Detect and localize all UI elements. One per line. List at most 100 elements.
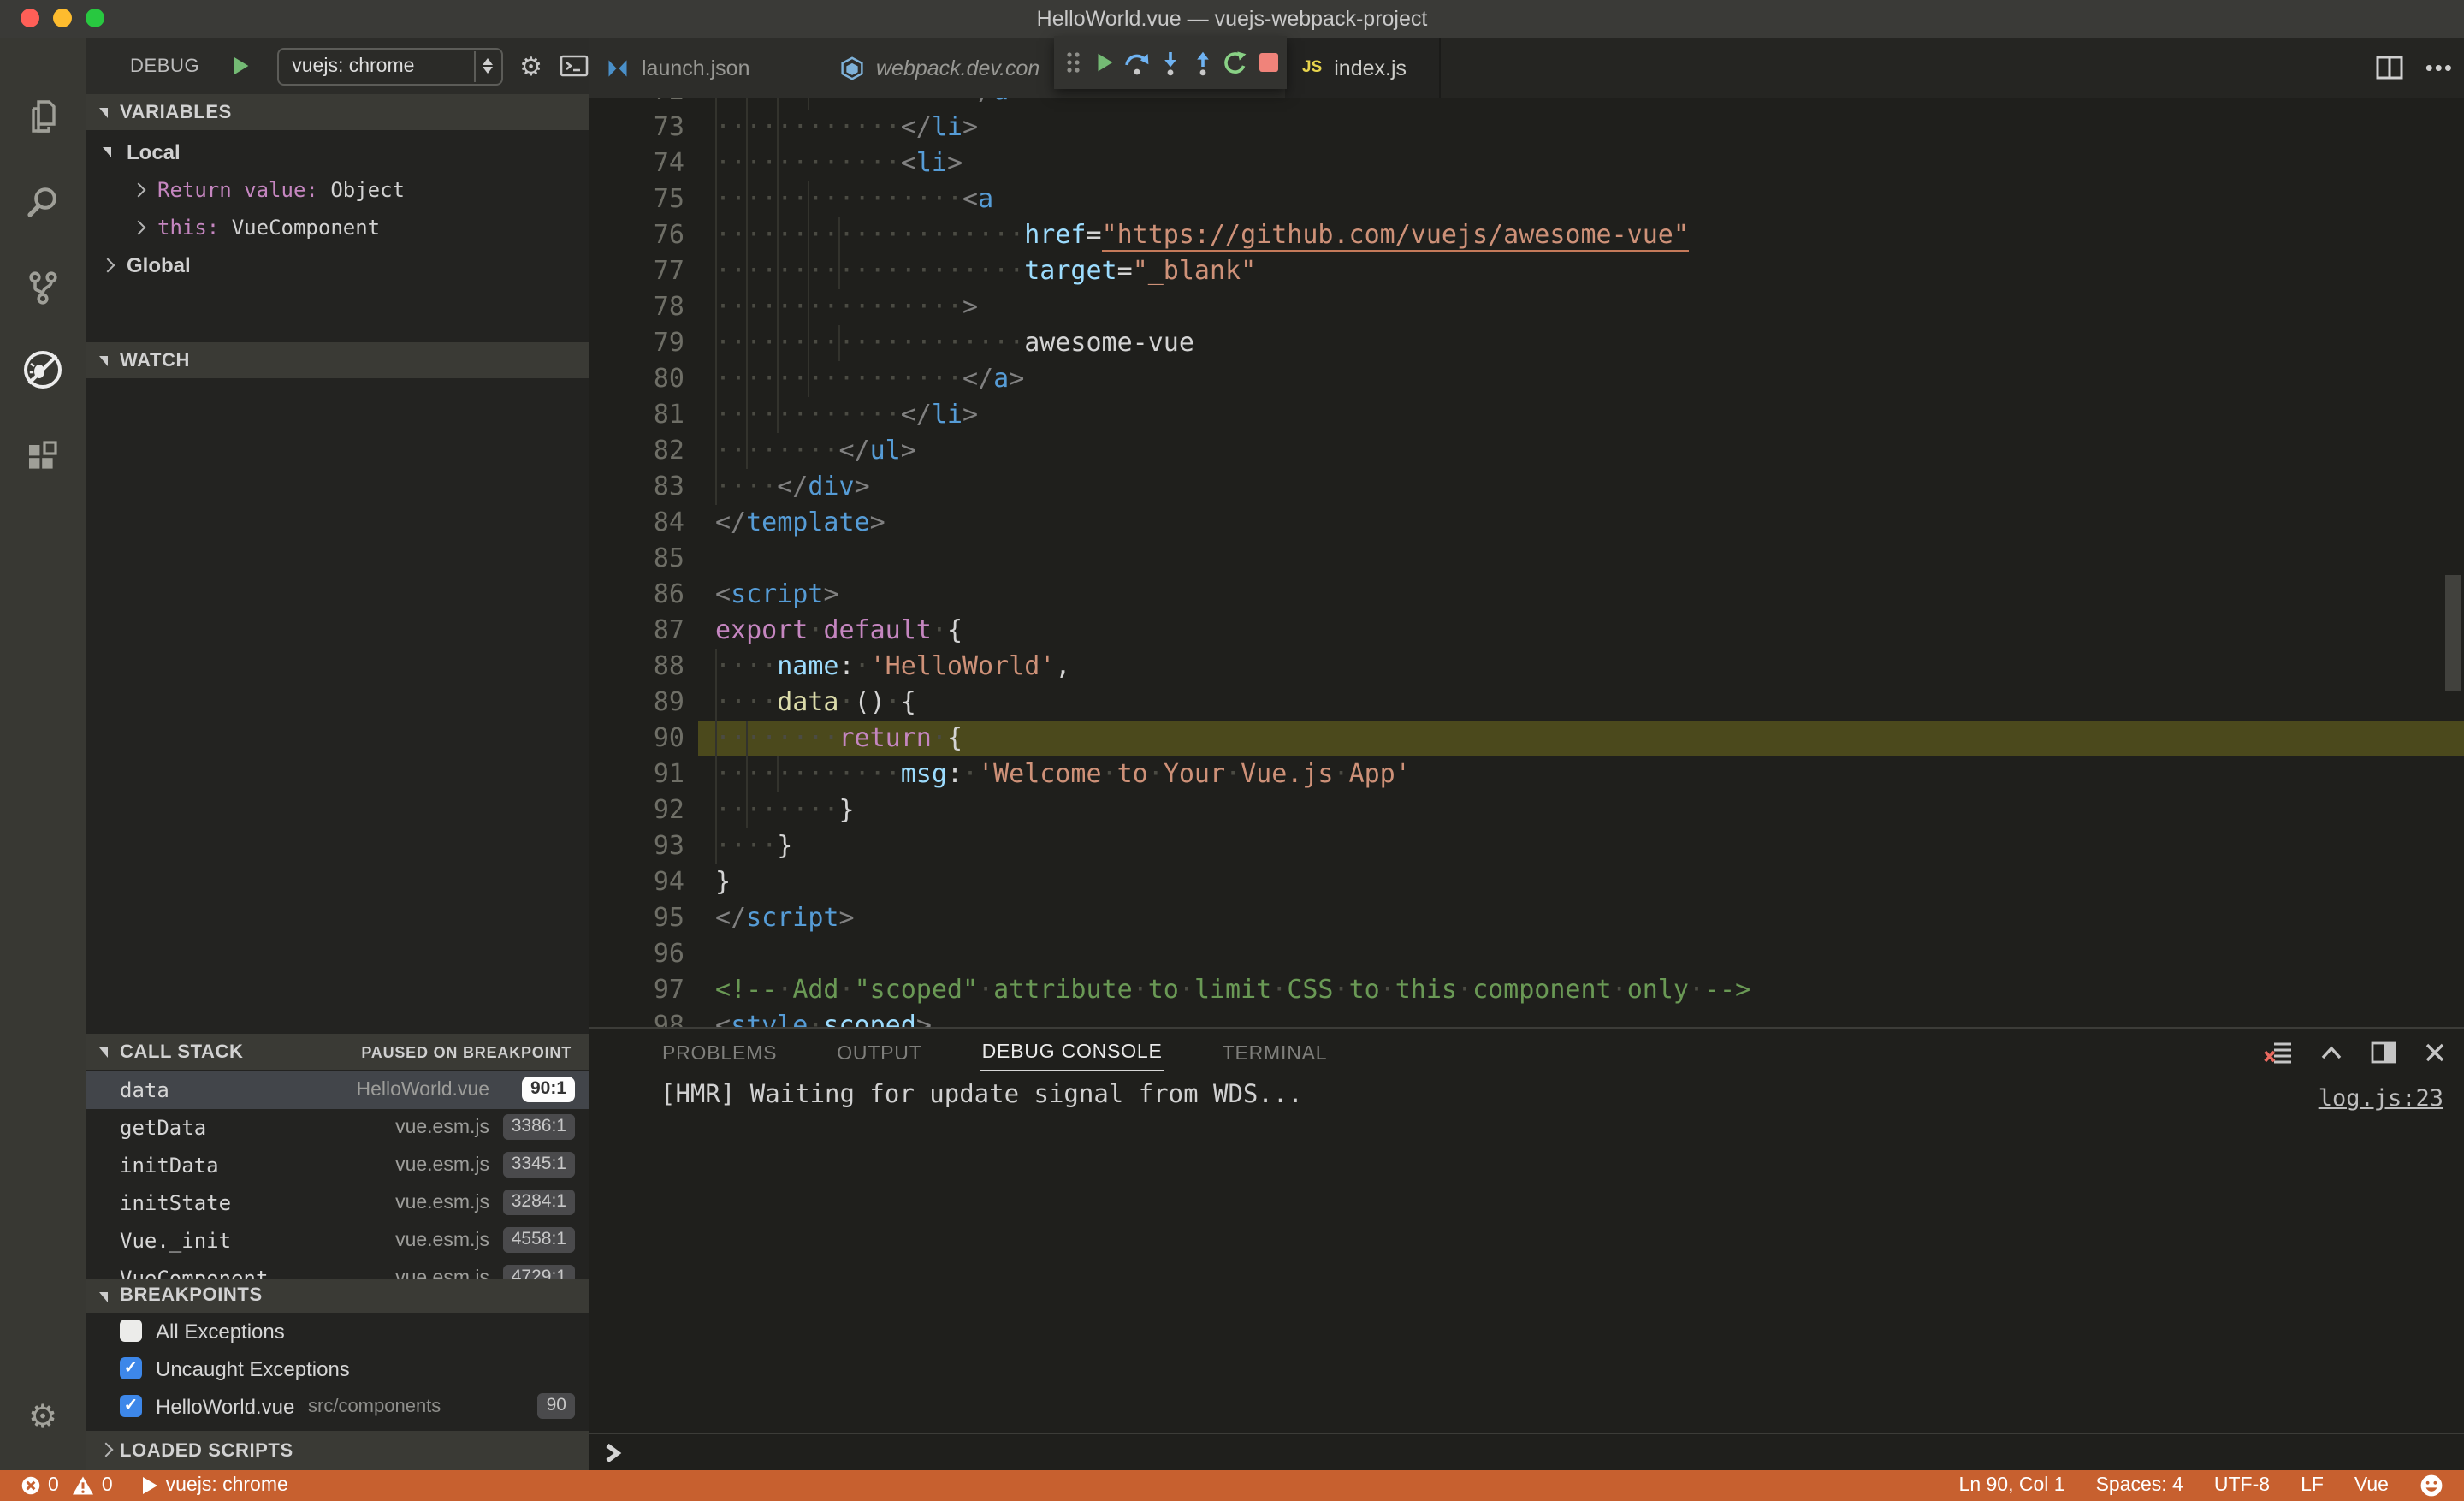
clear-console-button[interactable] — [2264, 1039, 2293, 1066]
breakpoint-checkbox[interactable] — [120, 1320, 142, 1342]
panel-tab-bar: PROBLEMS OUTPUT DEBUG CONSOLE TERMINAL — [660, 1029, 1329, 1077]
section-header-call-stack[interactable]: CALL STACK PAUSED ON BREAKPOINT — [86, 1034, 589, 1070]
statusbar-item-utf-8[interactable]: UTF-8 — [2214, 1475, 2270, 1496]
configure-debug-gear-icon[interactable]: ⚙ — [519, 50, 542, 81]
statusbar-item-spaces-4[interactable]: Spaces: 4 — [2096, 1475, 2183, 1496]
section-header-loaded-scripts[interactable]: LOADED SCRIPTS — [86, 1431, 589, 1470]
error-count: 0 — [48, 1475, 59, 1496]
debug-console-toggle-icon[interactable] — [560, 53, 589, 79]
code-text: } — [715, 866, 732, 897]
statusbar-item-vue[interactable]: Vue — [2354, 1475, 2389, 1496]
step-over-button[interactable] — [1123, 48, 1152, 77]
start-debug-button[interactable] — [227, 53, 252, 79]
activity-bar: ⚙ — [0, 38, 86, 1470]
activity-item-search[interactable] — [0, 168, 86, 236]
breakpoint-checkbox[interactable]: ✓ — [120, 1395, 142, 1417]
debug-play-icon — [140, 1475, 159, 1496]
code-text: ············msg:·'Welcome·to·Your·Vue.js… — [715, 758, 1411, 789]
problems-indicator[interactable]: 0 0 — [21, 1475, 113, 1496]
stack-frame-getData[interactable]: getData vue.esm.js 3386:1 — [86, 1109, 589, 1147]
stack-frame-initState[interactable]: initState vue.esm.js 3284:1 — [86, 1184, 589, 1222]
editor-group: 72················</a>73············</li… — [589, 38, 2464, 1027]
line-number: 89 — [653, 686, 684, 717]
variables-scope-global[interactable]: Global — [86, 246, 589, 284]
output-source-link[interactable]: log.js:23 — [2319, 1085, 2443, 1112]
activity-item-settings[interactable]: ⚙ — [0, 1383, 86, 1451]
line-number: 79 — [653, 327, 684, 358]
breakpoint-row[interactable]: ✓ HelloWorld.vue src/components 90 — [86, 1388, 589, 1426]
drag-grip-icon — [1062, 48, 1082, 77]
more-actions-icon[interactable]: ••• — [2426, 55, 2454, 80]
close-panel-button[interactable] — [2423, 1041, 2447, 1065]
variable-row[interactable]: Return value: Object — [86, 171, 589, 209]
step-out-button[interactable] — [1188, 48, 1217, 77]
code-line-84: 84 </template> — [589, 505, 2464, 541]
line-number: 74 — [653, 147, 684, 178]
variable-name: Return value: — [157, 178, 331, 202]
breakpoint-row[interactable]: All Exceptions — [86, 1313, 589, 1350]
breakpoint-row[interactable]: ✓ Uncaught Exceptions — [86, 1350, 589, 1388]
stop-button[interactable] — [1254, 48, 1283, 77]
panel-tab-debug-console[interactable]: DEBUG CONSOLE — [980, 1034, 1164, 1071]
section-header-breakpoints[interactable]: BREAKPOINTS — [86, 1279, 589, 1313]
stop-icon — [1258, 51, 1280, 74]
continue-button[interactable] — [1091, 48, 1120, 77]
title-bar[interactable]: HelloWorld.vue — vuejs-webpack-project — [0, 0, 2464, 38]
code-text: ················> — [715, 291, 979, 322]
stack-frame-Vue._init[interactable]: Vue._init vue.esm.js 4558:1 — [86, 1222, 589, 1260]
feedback-smiley-icon[interactable] — [2420, 1474, 2443, 1498]
editor-tab-index-js[interactable]: JS index.js — [1285, 38, 1441, 98]
variable-row[interactable]: this: VueComponent — [86, 209, 589, 246]
debug-config-select[interactable]: vuejs: chrome — [276, 47, 503, 85]
statusbar-item-lf[interactable]: LF — [2301, 1475, 2324, 1496]
line-number: 82 — [653, 435, 684, 466]
frame-location-badge: 3284:1 — [502, 1190, 575, 1215]
activity-item-source-control[interactable] — [0, 253, 86, 322]
step-into-button[interactable] — [1156, 48, 1185, 77]
frame-file: vue.esm.js — [395, 1118, 489, 1138]
status-bar: 0 0 vuejs: chrome Ln 90, Col 1 Spaces: 4 U… — [0, 1470, 2464, 1501]
error-icon — [21, 1475, 41, 1496]
split-editor-icon[interactable] — [2376, 55, 2405, 80]
open-panel-editor-icon — [2370, 1041, 2397, 1065]
minimize-window-icon[interactable] — [53, 9, 72, 27]
panel-tab-problems[interactable]: PROBLEMS — [660, 1035, 779, 1071]
code-line-75: 75 ················<a — [589, 181, 2464, 217]
variables-scope-local[interactable]: Local — [86, 133, 589, 171]
debug-toolbar — [1054, 36, 1287, 89]
line-number: 98 — [653, 1010, 684, 1027]
panel-tab-terminal[interactable]: TERMINAL — [1221, 1035, 1330, 1071]
code-line-90: 90 ········return·{ — [589, 721, 2464, 756]
code-line-76: 76 ····················href="https://gith… — [589, 217, 2464, 253]
zoom-window-icon[interactable] — [86, 9, 104, 27]
variable-value: VueComponent — [231, 216, 381, 240]
stack-frame-data[interactable]: data HelloWorld.vue 90:1 — [86, 1071, 589, 1109]
code-text: ········return·{ — [715, 722, 962, 753]
code-line-81: 81 ············</li> — [589, 397, 2464, 433]
panel-actions — [2264, 1029, 2447, 1077]
line-number: 93 — [653, 830, 684, 861]
twistie-icon — [99, 108, 108, 118]
breakpoint-checkbox[interactable]: ✓ — [120, 1357, 142, 1379]
activity-item-explorer[interactable] — [0, 82, 86, 151]
debug-console-input[interactable] — [589, 1433, 2464, 1472]
debug-target-indicator[interactable]: vuejs: chrome — [140, 1475, 288, 1496]
statusbar-item-ln-90-col-1[interactable]: Ln 90, Col 1 — [1959, 1475, 2065, 1496]
activity-item-extensions[interactable] — [0, 421, 86, 489]
source-control-icon — [22, 267, 63, 308]
open-panel-editor-button[interactable] — [2370, 1041, 2397, 1065]
panel-tab-output[interactable]: OUTPUT — [835, 1035, 923, 1071]
restart-icon — [1223, 49, 1250, 76]
code-text: <!--·Add·"scoped"·attribute·to·limit·CSS… — [715, 974, 1751, 1005]
restart-button[interactable] — [1222, 48, 1251, 77]
maximize-panel-button[interactable] — [2319, 1041, 2344, 1064]
activity-item-debug[interactable] — [0, 335, 86, 404]
section-header-variables[interactable]: VARIABLES — [86, 94, 589, 130]
js-file-icon: JS — [1302, 58, 1323, 77]
section-header-watch[interactable]: WATCH — [86, 342, 589, 378]
close-window-icon[interactable] — [21, 9, 39, 27]
editor-scrollbar[interactable] — [2445, 575, 2461, 691]
editor-tab-launch-json[interactable]: launch.json — [589, 38, 825, 98]
variable-label: Return value: Object — [157, 178, 405, 202]
stack-frame-initData[interactable]: initData vue.esm.js 3345:1 — [86, 1147, 589, 1184]
